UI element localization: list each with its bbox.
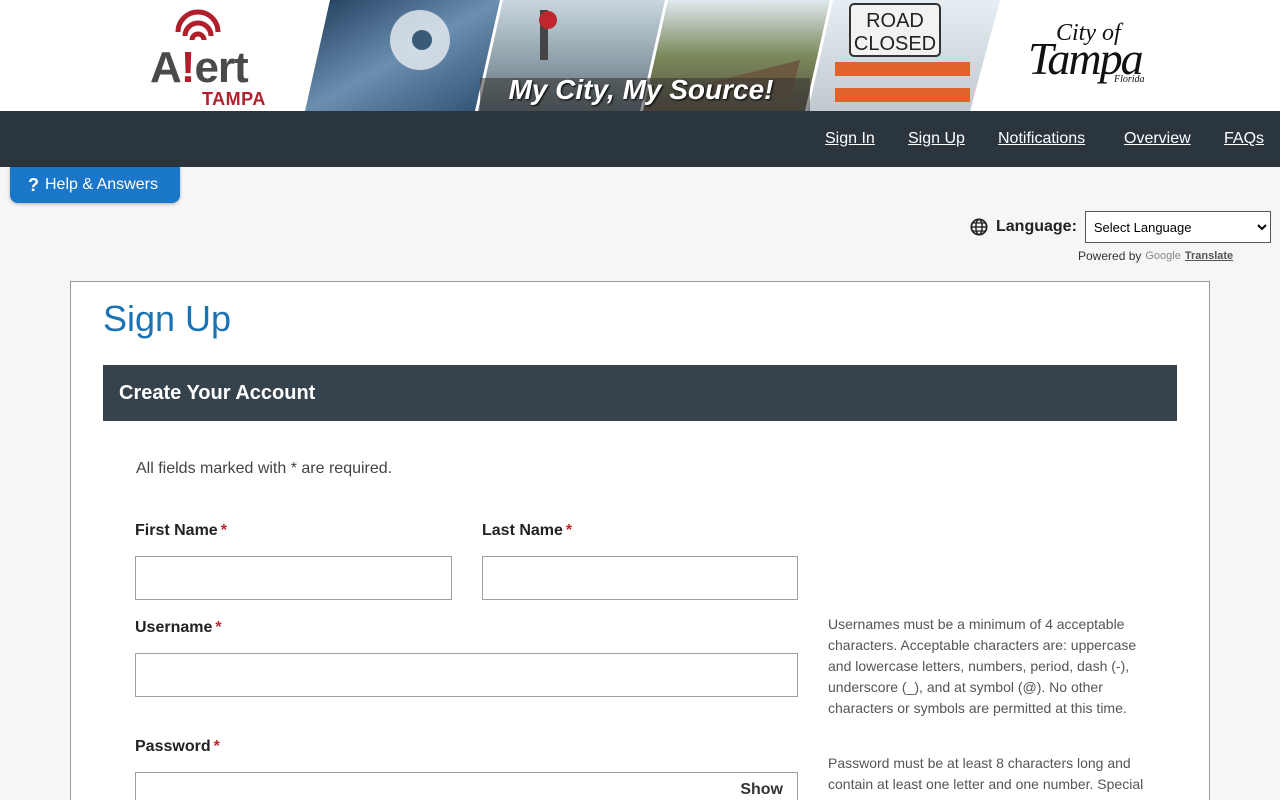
nav-sign-up[interactable]: Sign Up: [908, 129, 965, 149]
translate-link[interactable]: Translate: [1185, 250, 1233, 262]
main-nav: Sign In Sign Up Notifications Overview F…: [0, 111, 1280, 167]
city-logo-florida: Florida: [1114, 74, 1145, 85]
last-name-label-text: Last Name: [482, 522, 563, 539]
required-marker: *: [215, 619, 222, 636]
last-name-label: Last Name *: [482, 522, 572, 540]
nav-notifications[interactable]: Notifications: [998, 129, 1085, 149]
first-name-label-text: First Name: [135, 522, 218, 539]
signup-card: Sign Up Create Your Account All fields m…: [70, 281, 1210, 800]
required-note: All fields marked with * are required.: [136, 460, 393, 477]
alert-logo-word: A!ert: [150, 43, 249, 92]
show-password-button[interactable]: Show: [740, 781, 783, 799]
required-marker: *: [565, 522, 573, 539]
first-name-label: First Name *: [135, 522, 227, 540]
required-marker: *: [213, 738, 220, 755]
road-sign-line1: ROAD: [866, 10, 924, 32]
nav-faqs[interactable]: FAQs: [1224, 129, 1264, 149]
powered-by-text: Powered by: [1078, 249, 1142, 263]
help-answers-label: Help & Answers: [45, 176, 158, 193]
first-name-input[interactable]: [135, 556, 452, 600]
username-label-text: Username: [135, 619, 213, 636]
road-sign-line2: CLOSED: [854, 33, 936, 55]
username-input[interactable]: [135, 653, 798, 697]
alert-logo-sub: TAMPA: [202, 89, 266, 109]
nav-sign-in[interactable]: Sign In: [825, 129, 875, 149]
language-selector: Language: Select Language: [970, 211, 1271, 243]
signal-waves-icon: [175, 9, 221, 41]
language-label: Language:: [996, 218, 1077, 235]
question-icon: ?: [28, 174, 39, 195]
google-logo: Google: [1145, 250, 1181, 262]
username-help-text: Usernames must be a minimum of 4 accepta…: [828, 616, 1137, 716]
site-banner: A!ert TAMPA ROAD CLOSED My City, My Sour…: [0, 0, 1280, 111]
password-label: Password *: [135, 738, 220, 756]
city-of-tampa-logo[interactable]: City of Tampa Florida: [1026, 14, 1161, 100]
required-marker: *: [220, 522, 227, 539]
section-header: Create Your Account: [103, 365, 1177, 421]
nav-overview[interactable]: Overview: [1124, 129, 1191, 149]
last-name-input[interactable]: [482, 556, 798, 600]
alert-tampa-logo[interactable]: A!ert TAMPA: [150, 8, 270, 108]
password-help-text: Password must be at least 8 characters l…: [828, 755, 1144, 792]
language-select[interactable]: Select Language: [1084, 211, 1271, 243]
help-answers-button[interactable]: ? Help & Answers: [10, 167, 180, 203]
globe-icon: [970, 218, 988, 236]
powered-by-google-translate: Powered by Google Translate: [1078, 249, 1233, 263]
banner-tagline: My City, My Source!: [508, 74, 774, 105]
page-title: Sign Up: [103, 298, 232, 339]
password-input[interactable]: Show: [135, 772, 798, 800]
username-label: Username *: [135, 619, 222, 637]
password-label-text: Password: [135, 738, 211, 755]
